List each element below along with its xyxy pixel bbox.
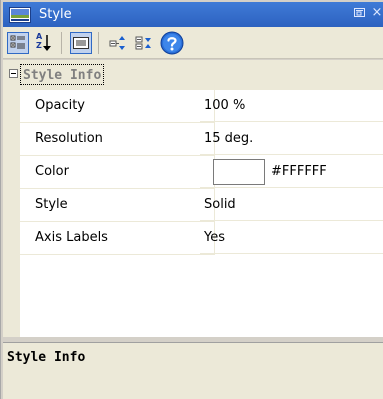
row-gutter — [3, 123, 20, 156]
color-hex-value: #FFFFFF — [271, 164, 327, 179]
float-window-icon[interactable] — [352, 5, 366, 19]
category-row[interactable]: Style Info — [3, 60, 383, 90]
property-row-opacity[interactable]: Opacity 100 % — [3, 90, 383, 123]
categorized-view-icon[interactable] — [7, 31, 29, 54]
collapse-all-icon[interactable] — [133, 32, 155, 54]
collapse-toggle-icon[interactable] — [9, 69, 18, 78]
property-row-resolution[interactable]: Resolution 15 deg. — [3, 123, 383, 156]
description-pane: Style Info — [3, 342, 383, 399]
property-name: Resolution — [20, 123, 215, 156]
category-label: Style Info — [20, 64, 105, 85]
row-gutter — [3, 222, 20, 255]
monitor-icon — [9, 6, 31, 23]
property-value[interactable]: 15 deg. — [200, 123, 383, 155]
toolbar-separator — [61, 31, 62, 54]
property-value[interactable]: Yes — [200, 222, 383, 254]
property-row-style[interactable]: Style Solid — [3, 189, 383, 222]
toolbar: A Z — [3, 27, 383, 59]
property-value[interactable]: Solid — [200, 189, 383, 221]
style-panel: Style × A Z Style Info Opacity 100 % Res… — [0, 0, 383, 399]
property-name: Axis Labels — [20, 222, 215, 255]
alphabetical-sort-icon[interactable]: A Z — [33, 32, 55, 54]
property-name: Style — [20, 189, 215, 222]
property-row-axis-labels[interactable]: Axis Labels Yes — [3, 222, 383, 255]
help-icon[interactable] — [159, 30, 185, 56]
description-title: Style Info — [7, 350, 86, 365]
property-name: Color — [20, 156, 215, 189]
color-swatch[interactable] — [213, 159, 265, 185]
row-gutter — [3, 156, 20, 189]
row-gutter — [3, 90, 20, 123]
row-gutter — [3, 189, 20, 222]
property-grid: Style Info Opacity 100 % Resolution 15 d… — [3, 60, 383, 337]
property-value[interactable]: 100 % — [200, 90, 383, 122]
close-icon[interactable]: × — [370, 5, 383, 19]
title-bar[interactable]: Style × — [3, 2, 383, 27]
property-row-color[interactable]: Color #FFFFFF — [3, 156, 383, 189]
property-name: Opacity — [20, 90, 215, 123]
expand-all-icon[interactable] — [107, 32, 129, 54]
grid-gutter-fill — [3, 254, 20, 337]
property-pages-icon[interactable] — [70, 31, 92, 54]
color-value[interactable]: #FFFFFF — [200, 156, 383, 188]
window-title: Style — [39, 7, 72, 22]
toolbar-separator — [98, 31, 99, 54]
